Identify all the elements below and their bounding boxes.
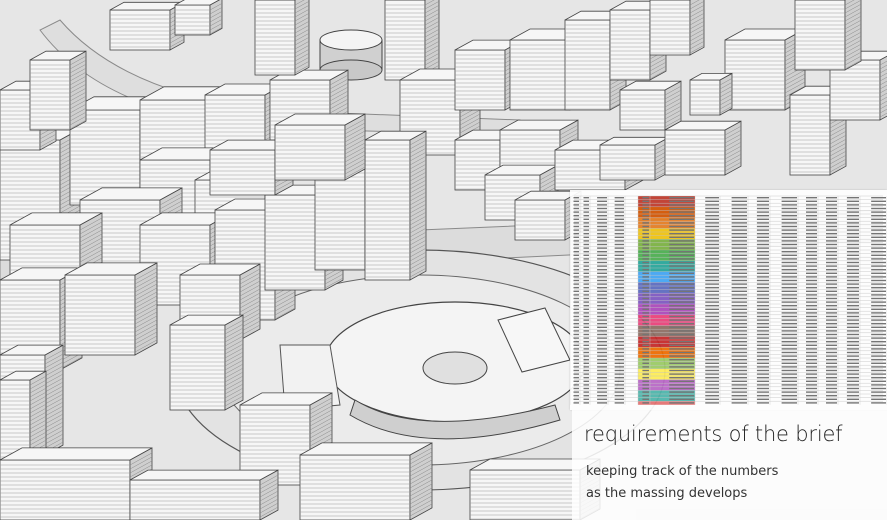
building	[0, 447, 153, 520]
building	[599, 136, 670, 181]
building	[64, 262, 158, 356]
spreadsheet-overlay	[570, 190, 887, 410]
building	[794, 0, 862, 71]
caption-subtitle-line1: keeping track of the numbers	[586, 464, 779, 479]
building	[689, 72, 733, 116]
building	[169, 314, 244, 411]
spreadsheet-table-icon	[570, 195, 887, 405]
building	[174, 0, 223, 36]
building	[109, 1, 185, 51]
building	[299, 442, 433, 520]
caption-title: requirements of the brief	[584, 422, 843, 446]
building	[649, 0, 705, 56]
caption-panel: requirements of the brief keeping track …	[572, 410, 887, 520]
building	[364, 130, 427, 281]
building	[384, 0, 440, 81]
architectural-massing-render: requirements of the brief keeping track …	[0, 0, 887, 520]
building	[619, 80, 682, 131]
building	[274, 113, 366, 181]
building	[664, 120, 742, 176]
building	[129, 469, 279, 520]
caption-subtitle-line2: as the massing develops	[586, 486, 748, 501]
building	[254, 0, 310, 76]
building	[29, 50, 87, 131]
